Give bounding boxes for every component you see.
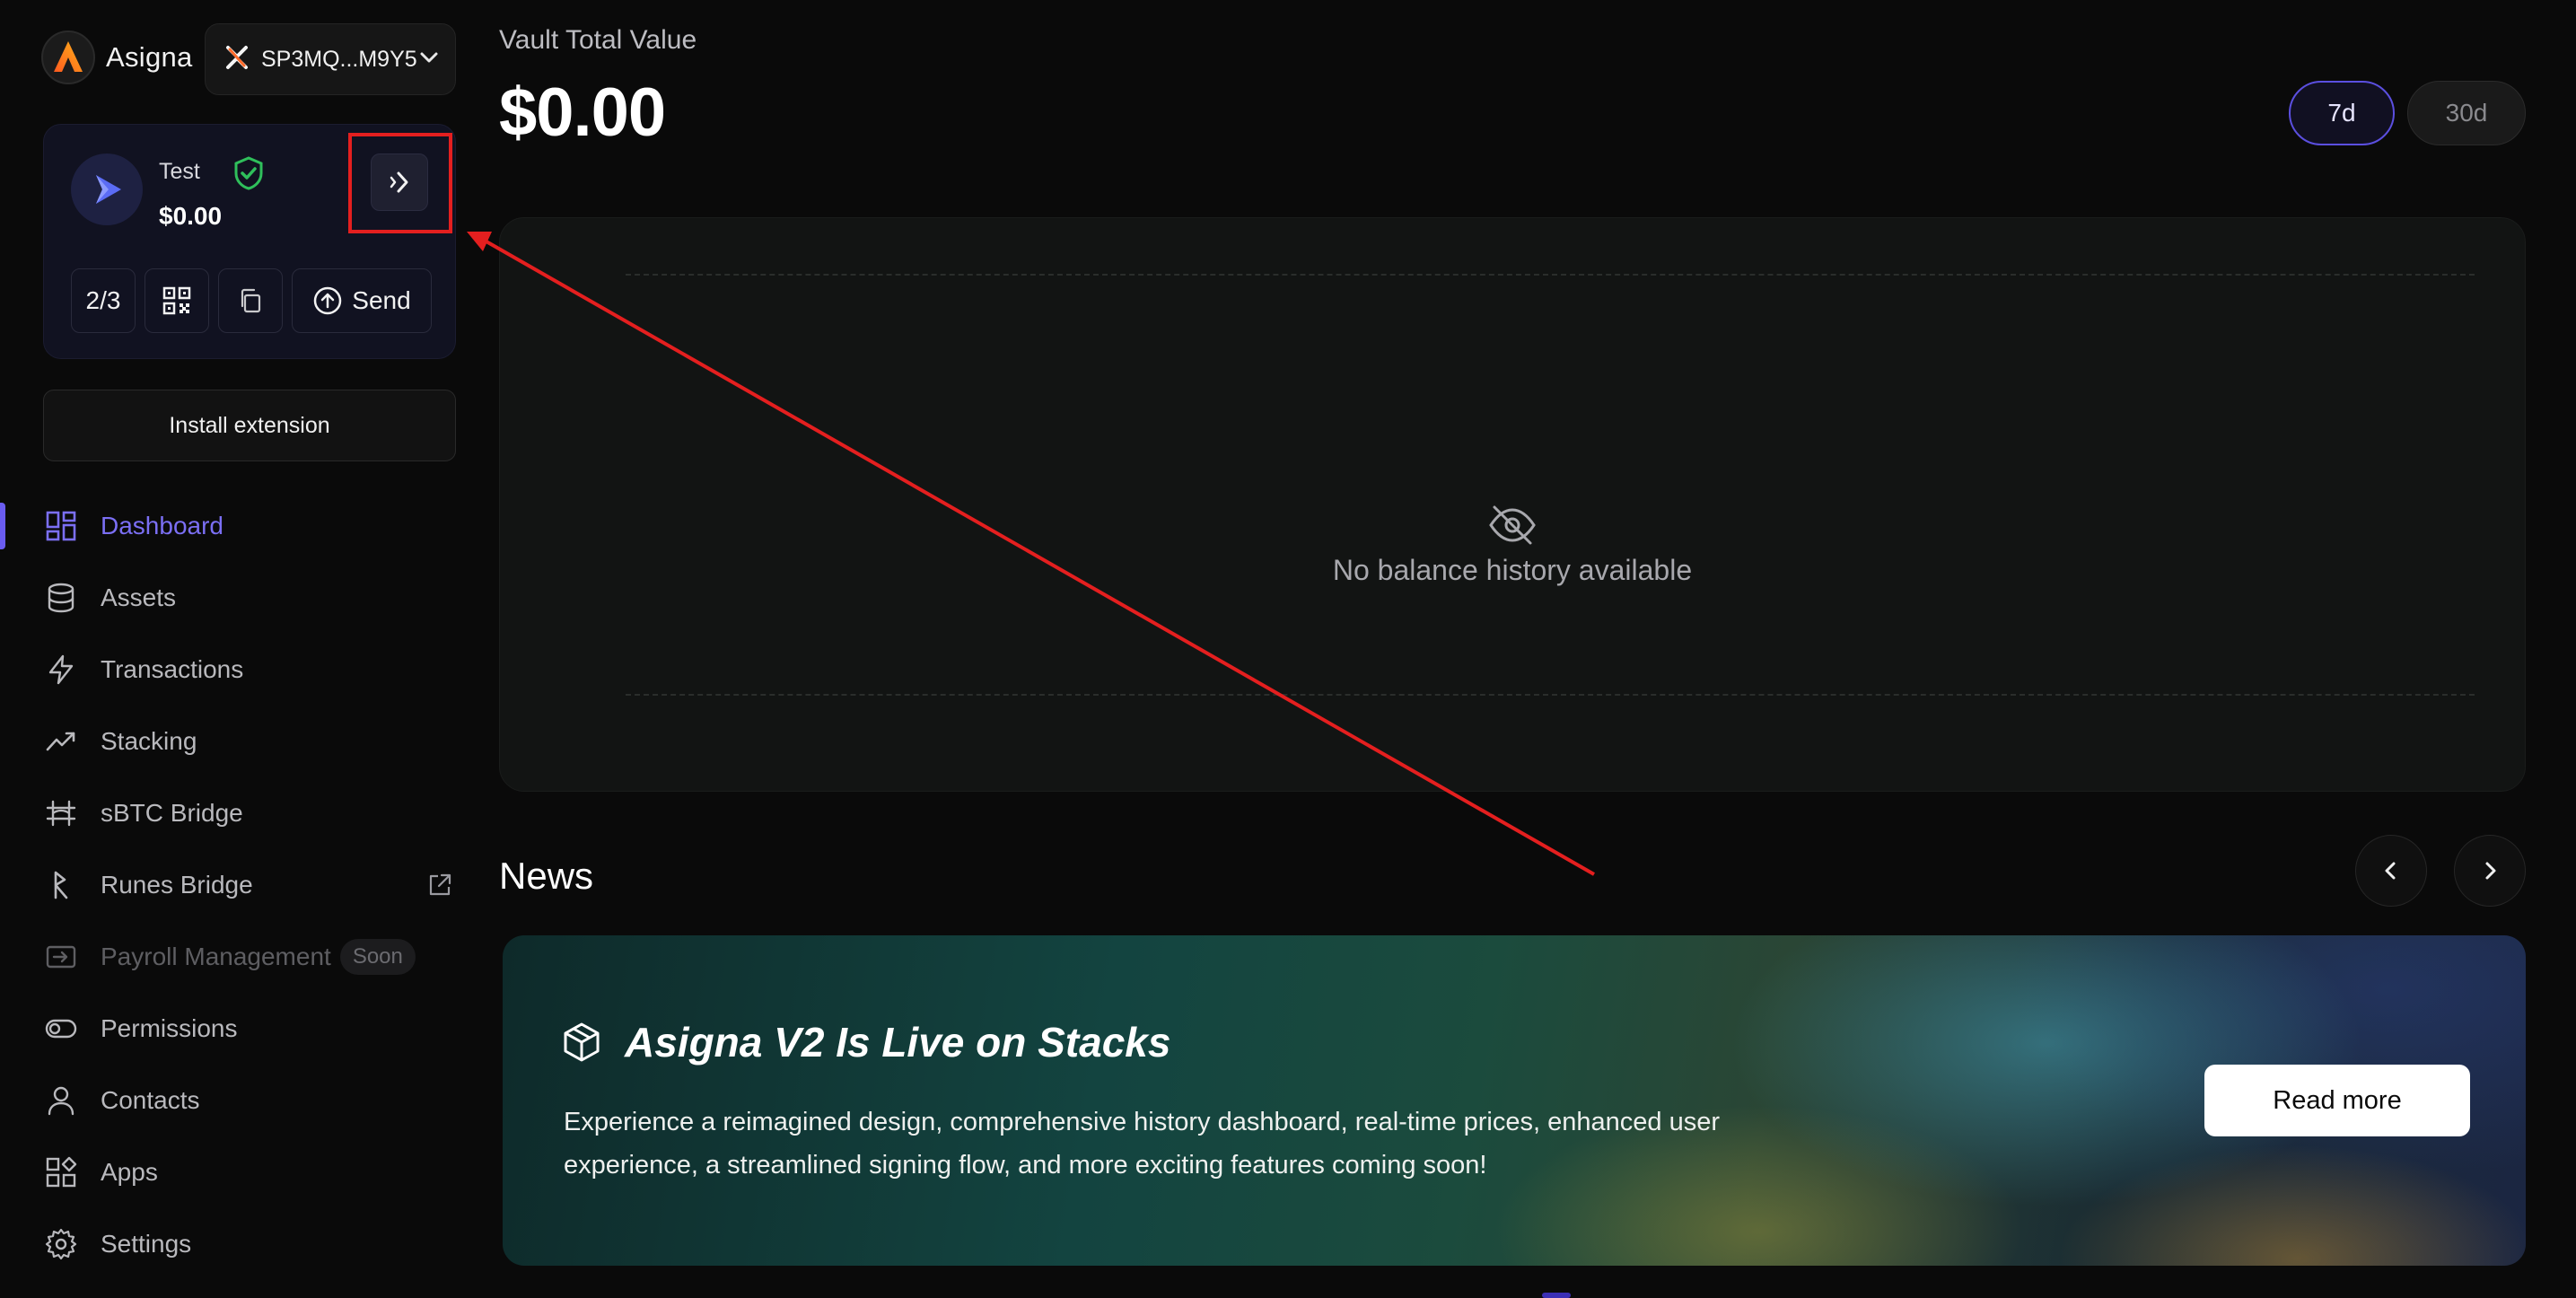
news-title: News	[499, 855, 594, 897]
wallet-address: SP3MQ...M9Y5	[261, 46, 417, 72]
empty-state: No balance history available	[500, 502, 2525, 587]
nav-label-assets: Assets	[101, 583, 177, 611]
vault-total-value: $0.00	[499, 75, 666, 151]
carousel-page-indicator[interactable]	[1542, 1293, 1571, 1298]
trending-up-icon	[43, 724, 79, 759]
brand-name: Asigna	[106, 41, 193, 73]
send-label: Send	[352, 286, 411, 314]
qr-code-icon	[162, 286, 191, 315]
balance-chart-panel: No balance history available	[499, 217, 2526, 792]
nav-label-settings: Settings	[101, 1230, 192, 1258]
asigna-logo-icon	[41, 31, 95, 84]
threshold-button[interactable]: 2/3	[71, 268, 136, 333]
chevron-down-icon	[417, 46, 441, 74]
qr-code-button[interactable]	[145, 268, 209, 333]
vault-actions: 2/3 Send	[71, 268, 432, 333]
chevron-left-icon	[2385, 862, 2396, 880]
nav-label-sbtc-bridge: sBTC Bridge	[101, 799, 243, 827]
news-headline-text: Asigna V2 Is Live on Stacks	[625, 1019, 1171, 1066]
nav-item-settings[interactable]: Settings	[0, 1208, 476, 1280]
rune-icon	[43, 867, 79, 903]
apps-grid-icon	[43, 1154, 79, 1190]
verified-shield-icon	[232, 155, 265, 196]
send-arrow-up-icon	[314, 286, 342, 315]
nav-label-runes-bridge: Runes Bridge	[101, 871, 253, 899]
wallet-selector[interactable]: SP3MQ...M9Y5	[205, 23, 456, 95]
nav-item-permissions[interactable]: Permissions	[0, 993, 476, 1065]
range-30d-button[interactable]: 30d	[2407, 81, 2526, 145]
nav-item-contacts[interactable]: Contacts	[0, 1065, 476, 1136]
nav-item-sbtc-bridge[interactable]: sBTC Bridge	[0, 777, 476, 849]
lightning-icon	[43, 652, 79, 688]
bridge-icon	[43, 795, 79, 831]
app-root: Asigna SP3MQ...M9Y5 Test $0.00 2/3 Send …	[0, 0, 2576, 1298]
nav-label-stacking: Stacking	[101, 727, 197, 755]
external-link-icon[interactable]	[422, 867, 458, 903]
payroll-transfer-icon	[43, 939, 79, 975]
news-headline: Asigna V2 Is Live on Stacks	[560, 1018, 1170, 1066]
vault-total-value-label: Vault Total Value	[499, 25, 697, 55]
eye-off-icon	[1489, 505, 1536, 545]
chart-gridline	[626, 274, 2475, 276]
toggle-icon	[43, 1011, 79, 1047]
news-next-button[interactable]	[2454, 835, 2526, 907]
install-extension-button[interactable]: Install extension	[43, 390, 456, 461]
chevron-right-icon	[2485, 862, 2496, 880]
annotation-highlight-box	[348, 133, 452, 233]
vault-name: Test	[159, 159, 200, 184]
vault-balance: $0.00	[159, 202, 223, 230]
nav-item-dashboard[interactable]: Dashboard	[0, 490, 476, 562]
nav-item-payroll-management: Payroll Management Soon	[0, 921, 476, 993]
nav-label-apps: Apps	[101, 1158, 158, 1186]
nav-label-transactions: Transactions	[101, 655, 244, 683]
sidebar-nav: Dashboard Assets Transactions Stacking s…	[0, 490, 476, 1280]
vault-avatar	[71, 153, 143, 225]
dashboard-icon	[43, 508, 79, 544]
nav-item-stacking[interactable]: Stacking	[0, 706, 476, 777]
nav-item-runes-bridge[interactable]: Runes Bridge	[0, 849, 476, 921]
nav-label-dashboard: Dashboard	[101, 512, 223, 539]
brand[interactable]: Asigna	[41, 31, 193, 84]
send-button[interactable]: Send	[292, 268, 432, 333]
news-card: Asigna V2 Is Live on Stacks Experience a…	[503, 935, 2526, 1266]
nav-item-assets[interactable]: Assets	[0, 562, 476, 634]
copy-icon	[241, 288, 261, 313]
main-content: Vault Total Value $0.00 7d 30d No balanc…	[499, 0, 2526, 1298]
nav-item-apps[interactable]: Apps	[0, 1136, 476, 1208]
user-icon	[43, 1083, 79, 1118]
chart-gridline	[626, 694, 2475, 696]
nav-label-permissions: Permissions	[101, 1014, 238, 1042]
news-prev-button[interactable]	[2355, 835, 2427, 907]
read-more-button[interactable]: Read more	[2204, 1065, 2470, 1136]
nav-item-transactions[interactable]: Transactions	[0, 634, 476, 706]
soon-badge: Soon	[339, 939, 416, 975]
news-description: Experience a reimagined design, comprehe…	[564, 1108, 1720, 1180]
copy-address-button[interactable]	[218, 268, 283, 333]
empty-state-text: No balance history available	[1332, 554, 1693, 586]
nav-label-payroll: Payroll Management	[101, 943, 331, 970]
gear-icon	[43, 1226, 79, 1262]
database-icon	[43, 580, 79, 616]
package-cube-icon	[564, 1022, 600, 1062]
nav-label-contacts: Contacts	[101, 1086, 200, 1114]
range-7d-button[interactable]: 7d	[2289, 81, 2395, 145]
stacks-icon	[223, 44, 250, 75]
